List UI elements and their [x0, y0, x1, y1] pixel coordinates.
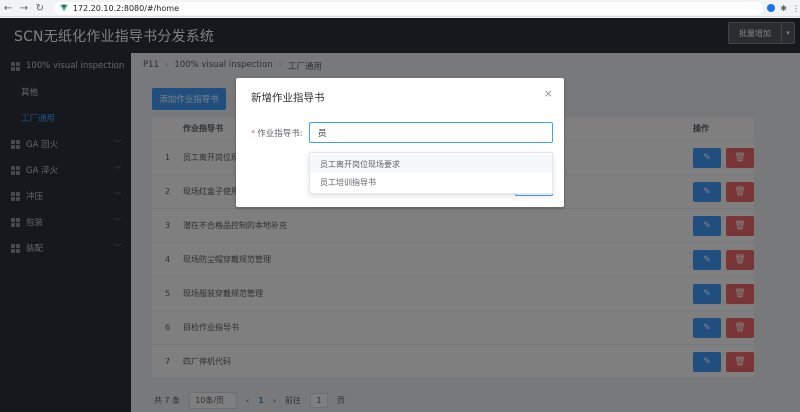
puzzle-icon[interactable]: ✱ [780, 4, 787, 13]
instruction-search-input[interactable]: 员 [309, 122, 553, 143]
reload-icon[interactable]: ↻ [32, 0, 48, 17]
suggestion-dropdown: 员工离开岗位现场要求 员工培训指导书 [309, 152, 553, 194]
extension-icon[interactable] [767, 4, 776, 12]
address-bar[interactable]: 172.20.10.2:8080/#/home [53, 1, 764, 15]
forward-icon[interactable]: → [16, 0, 32, 17]
field-label: * 作业指导书: [251, 129, 303, 139]
vue-logo-icon [59, 4, 68, 12]
url-text: 172.20.10.2:8080/#/home [72, 3, 179, 13]
browser-toolbar: ← → ↻ 172.20.10.2:8080/#/home ✱ ⋮ [0, 0, 800, 17]
back-icon[interactable]: ← [0, 0, 16, 17]
suggestion-item[interactable]: 员工培训指导书 [310, 173, 552, 191]
menu-icon[interactable]: ⋮ [792, 4, 800, 13]
suggestion-item[interactable]: 员工离开岗位现场要求 [310, 155, 552, 173]
dialog-title: 新增作业指导书 [251, 92, 325, 104]
field-label-text: 作业指导书: [257, 129, 303, 139]
close-icon[interactable]: × [544, 87, 553, 100]
